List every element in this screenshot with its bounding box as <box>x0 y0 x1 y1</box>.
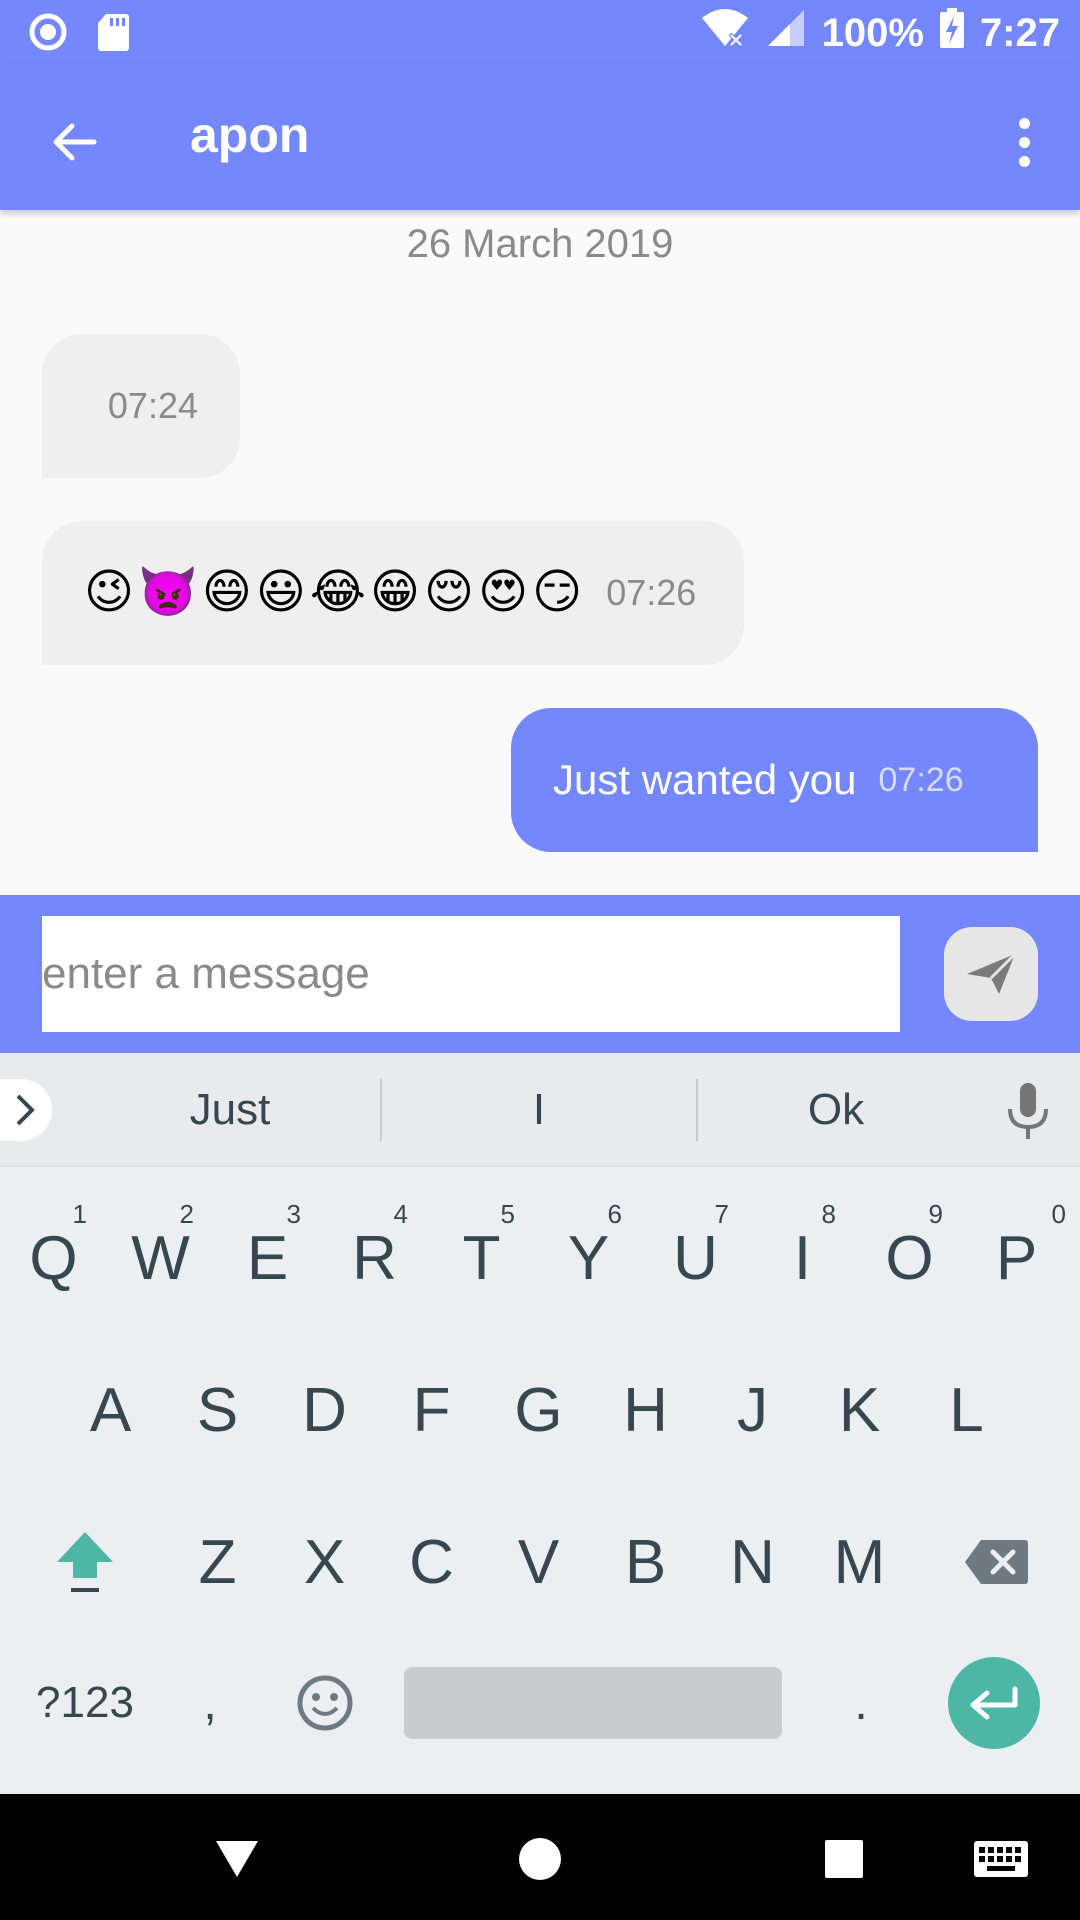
key-y[interactable]: Y6 <box>535 1199 642 1317</box>
status-bar: 100% 7:27 <box>0 0 1080 64</box>
key-n[interactable]: N <box>699 1503 806 1621</box>
keyboard-icon <box>974 1841 1028 1877</box>
key-f[interactable]: F <box>378 1351 485 1469</box>
message-bubble-incoming[interactable]: 07:24 <box>42 334 240 478</box>
suggestion-2[interactable]: I <box>382 1053 696 1167</box>
key-z[interactable]: Z <box>164 1503 271 1621</box>
key-o[interactable]: O9 <box>856 1199 963 1317</box>
microphone-icon[interactable] <box>1000 1081 1056 1141</box>
key-w[interactable]: W2 <box>107 1199 214 1317</box>
key-v[interactable]: V <box>485 1503 592 1621</box>
key-e[interactable]: E3 <box>214 1199 321 1317</box>
backspace-key[interactable] <box>936 1503 1056 1621</box>
key-x[interactable]: X <box>271 1503 378 1621</box>
message-time: 07:24 <box>107 385 198 426</box>
send-icon <box>967 952 1017 994</box>
nav-home-button[interactable] <box>505 1824 575 1894</box>
key-c[interactable]: C <box>378 1503 485 1621</box>
suggestion-strip: Just I Ok <box>0 1053 1080 1167</box>
backspace-icon <box>965 1540 1028 1584</box>
nav-back-button[interactable] <box>202 1824 272 1894</box>
key-i[interactable]: I8 <box>749 1199 856 1317</box>
emoji-key[interactable] <box>280 1655 370 1751</box>
tears-of-joy-emoji: 😂 <box>309 566 366 619</box>
message-input[interactable] <box>42 916 900 1032</box>
suggestion-1[interactable]: Just <box>82 1053 378 1167</box>
message-bubble-incoming[interactable]: 😉 👿 😄 😃 😂 😁 😌 😍 😏 07:26 <box>42 521 744 665</box>
key-q[interactable]: Q1 <box>0 1199 107 1317</box>
more-options-button[interactable] <box>988 104 1060 180</box>
grinning-big-eyes-emoji: 😃 <box>255 566 306 619</box>
beaming-face-emoji: 😁 <box>370 566 421 619</box>
key-h[interactable]: H <box>592 1351 699 1469</box>
compose-bar <box>0 895 1080 1053</box>
key-g[interactable]: G <box>485 1351 592 1469</box>
system-nav-bar <box>0 1794 1080 1920</box>
smirking-face-emoji: 😏 <box>532 566 583 619</box>
symbols-key[interactable]: ?123 <box>20 1655 150 1751</box>
key-p[interactable]: P0 <box>963 1199 1070 1317</box>
suggestion-3[interactable]: Ok <box>698 1053 974 1167</box>
key-t[interactable]: T5 <box>428 1199 535 1317</box>
chat-title: apon <box>190 107 310 163</box>
arrow-back-icon <box>53 123 97 161</box>
shift-key[interactable] <box>30 1503 140 1621</box>
battery-percent: 100% <box>821 10 924 55</box>
relieved-face-emoji: 😌 <box>424 566 475 619</box>
sd-card-icon <box>96 12 130 57</box>
key-a[interactable]: A <box>57 1351 164 1469</box>
back-button[interactable] <box>36 104 112 180</box>
key-s[interactable]: S <box>164 1351 271 1469</box>
signal-icon <box>766 8 806 58</box>
space-bar[interactable] <box>404 1667 782 1739</box>
app-bar: apon <box>0 64 1080 210</box>
emoji-row: 😉 👿 😄 😃 😂 😁 😌 😍 😏 <box>84 569 582 617</box>
wifi-off-icon <box>700 8 750 58</box>
more-vert-icon <box>1018 117 1030 129</box>
key-k[interactable]: K <box>806 1351 913 1469</box>
send-button[interactable] <box>944 927 1038 1021</box>
winking-face-emoji: 😉 <box>84 566 135 619</box>
soft-keyboard: Just I Ok Q1 W2 E3 R4 T5 Y6 U7 I8 O9 P0 … <box>0 1053 1080 1794</box>
message-bubble-outgoing[interactable]: Just wanted you 07:26 <box>511 708 1038 852</box>
key-j[interactable]: J <box>699 1351 806 1469</box>
battery-charging-icon <box>939 8 964 58</box>
nav-home-icon <box>519 1838 561 1880</box>
nav-back-icon <box>216 1841 258 1877</box>
enter-icon <box>970 1686 1018 1720</box>
date-separator: 26 March 2019 <box>406 222 674 266</box>
message-text: Just wanted you <box>553 756 857 803</box>
message-time: 07:26 <box>878 760 964 799</box>
message-time: 07:26 <box>606 572 697 613</box>
expand-suggestions-button[interactable] <box>0 1079 52 1141</box>
clock: 7:27 <box>979 10 1060 55</box>
nav-recents-icon <box>825 1840 863 1878</box>
enter-key[interactable] <box>948 1657 1040 1749</box>
key-l[interactable]: L <box>913 1351 1020 1469</box>
smiley-icon <box>297 1675 353 1731</box>
comma-key[interactable]: , <box>170 1655 250 1751</box>
key-m[interactable]: M <box>806 1503 913 1621</box>
shift-icon <box>57 1532 113 1592</box>
keyboard-switcher-button[interactable] <box>966 1824 1036 1894</box>
nav-recents-button[interactable] <box>809 1824 879 1894</box>
key-b[interactable]: B <box>592 1503 699 1621</box>
sync-icon <box>28 12 68 57</box>
grinning-smiling-eyes-emoji: 😄 <box>201 566 252 619</box>
key-r[interactable]: R4 <box>321 1199 428 1317</box>
key-d[interactable]: D <box>271 1351 378 1469</box>
angry-devil-emoji: 👿 <box>138 566 198 619</box>
chevron-right-icon <box>16 1094 35 1126</box>
heart-eyes-emoji: 😍 <box>478 566 529 619</box>
period-key[interactable]: . <box>816 1655 906 1751</box>
message-list[interactable]: 26 March 2019 07:24 😉 👿 😄 😃 😂 😁 😌 😍 😏 07… <box>0 210 1080 895</box>
key-u[interactable]: U7 <box>642 1199 749 1317</box>
